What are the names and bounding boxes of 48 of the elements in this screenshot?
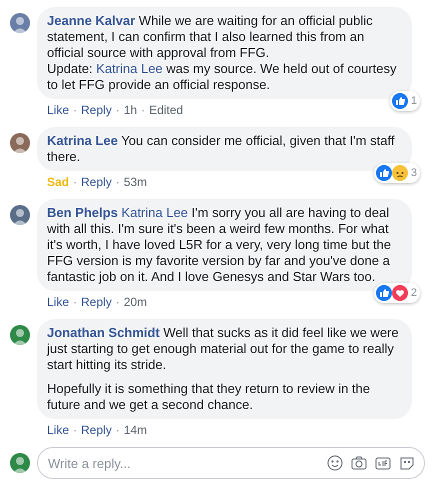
mention-link[interactable]: Katrina Lee xyxy=(121,205,188,220)
comment-text: Ben Phelps Katrina Lee I'm sorry you all are having to deal with all this. I'm sure it's been a weird few months. For what it's worth, I have loved L5R for a very, very long time but the FFG version is my favorite version by far and you've done a fantastic job on it. And I love Genesys and Star Wars too. xyxy=(47,205,392,284)
heart-reaction-icon xyxy=(392,285,408,301)
gif-icon[interactable] xyxy=(375,455,391,471)
like-reaction-icon xyxy=(392,93,408,109)
separator-dot: · xyxy=(116,102,120,118)
separator-dot: · xyxy=(73,102,78,118)
camera-icon[interactable] xyxy=(351,455,367,471)
avatar[interactable] xyxy=(10,325,30,345)
timestamp[interactable]: 20m xyxy=(124,294,148,310)
reply-link[interactable]: Reply xyxy=(81,174,112,190)
comment-text: Hopefully it is something that they return to review in the future and we get a second chance. xyxy=(47,381,370,412)
sad-face-icon xyxy=(392,165,408,181)
avatar[interactable] xyxy=(10,13,30,33)
separator-dot: · xyxy=(116,294,120,310)
separator-dot: · xyxy=(116,422,120,438)
avatar[interactable] xyxy=(10,205,30,225)
emoji-icon[interactable] xyxy=(327,455,343,471)
separator-dot: · xyxy=(116,174,120,190)
avatar xyxy=(10,453,30,473)
timestamp[interactable]: 1h xyxy=(124,102,138,118)
reply-link[interactable]: Reply xyxy=(81,294,112,310)
timestamp[interactable]: 14m xyxy=(124,422,148,438)
reply-link[interactable]: Reply xyxy=(81,422,112,438)
separator-dot: · xyxy=(73,422,78,438)
react-link[interactable]: Like xyxy=(47,422,70,438)
comment-text: Jeanne Kalvar While we are waiting for an official public statement, I can confirm that I also learned this from an official source with approval from FFG. xyxy=(47,13,373,60)
comment-text: Katrina Lee You can consider me official, given that I'm staff there. xyxy=(47,133,394,164)
like-reaction-icon xyxy=(376,285,392,301)
author-link[interactable]: Jonathan Schmidt xyxy=(47,325,160,340)
sticker-icon[interactable] xyxy=(399,455,415,471)
author-link[interactable]: Katrina Lee xyxy=(47,133,118,148)
author-link[interactable]: Jeanne Kalvar xyxy=(47,13,136,28)
reply-link[interactable]: Reply xyxy=(81,102,112,118)
comment-text: Jonathan Schmidt Well that sucks as it did feel like we were just starting to get enough material out for the game to really start hitting its stride. xyxy=(47,325,399,372)
avatar[interactable] xyxy=(10,133,30,153)
separator-dot: · xyxy=(73,294,78,310)
like-reaction-icon xyxy=(376,165,392,181)
timestamp[interactable]: 53m xyxy=(124,174,148,190)
react-link[interactable]: Like xyxy=(47,294,70,310)
separator-dot: · xyxy=(141,102,146,118)
author-link[interactable]: Ben Phelps xyxy=(47,205,118,220)
react-link[interactable]: Like xyxy=(47,102,70,118)
separator-dot: · xyxy=(73,174,78,190)
comment-text: Update: Katrina Lee was my source. We held out of courtesy to let FFG provide an official response. xyxy=(47,61,397,92)
mention-link[interactable]: Katrina Lee xyxy=(96,61,163,76)
reply-field[interactable]: Write a reply... xyxy=(37,447,425,479)
edited-label[interactable]: Edited xyxy=(149,102,184,118)
